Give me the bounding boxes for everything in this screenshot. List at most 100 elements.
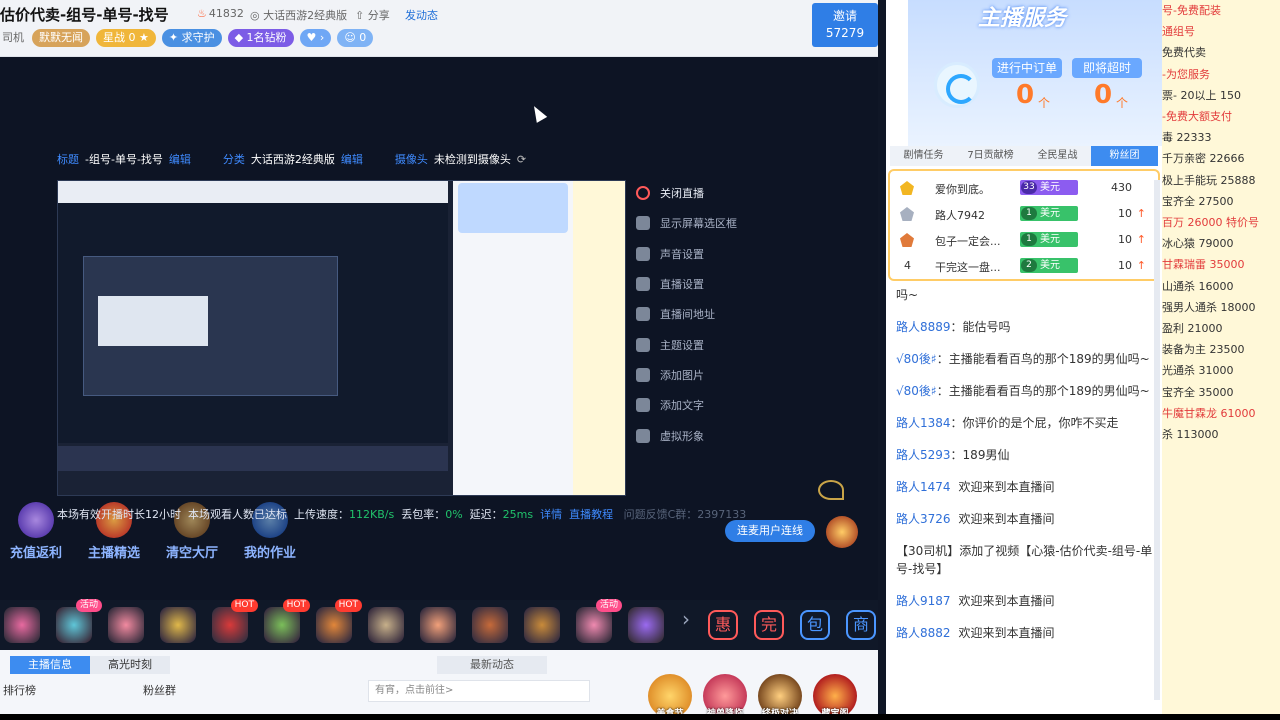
menu-label: 直播间地址 <box>660 308 715 322</box>
fan-name: 包子一定会... <box>935 235 1001 248</box>
price-list-item: 宝齐全 35000 <box>1162 385 1234 399</box>
fan-name: 路人7942 <box>935 209 985 222</box>
room-address-menu-item[interactable]: 直播间地址 <box>636 299 737 329</box>
chat-username[interactable]: 路人1384 <box>896 416 951 430</box>
chat-message: 吗~ <box>896 286 1154 304</box>
news-input[interactable]: 有宵，点击前往> <box>368 680 590 702</box>
share-button[interactable]: ⇧ 分享 <box>355 7 390 23</box>
diamond-fans-label: 1名钻粉 <box>246 31 287 44</box>
fan-tier: 美元 <box>1040 260 1060 271</box>
crystal-icon[interactable]: 活动 <box>56 599 102 643</box>
fan-row[interactable]: 4 干完这一盘... 2 美元 10 ↑ <box>890 253 1158 279</box>
flame-icon[interactable] <box>826 516 858 548</box>
peach-icon[interactable] <box>420 607 456 643</box>
publish-dynamic-button[interactable]: 发动态 <box>405 7 438 23</box>
invite-button[interactable]: 邀请 57279 <box>812 3 878 47</box>
stream-side-menu: 关闭直播 显示屏幕选区框 声音设置 直播设置 直播间地址 主题设置 添加图片 添… <box>636 178 737 451</box>
chat-username[interactable]: 路人1474 <box>896 480 951 494</box>
palette-icon <box>636 337 650 352</box>
fan-row[interactable]: 包子一定会... 1 美元 10 ↑ <box>890 227 1158 253</box>
star-war-badge[interactable]: 星战 0 ★ <box>96 29 156 47</box>
gift-symbol-icon[interactable]: 完 <box>754 610 784 640</box>
egg-icon[interactable] <box>108 607 144 643</box>
chat-text: ：能估号吗 <box>950 320 1011 334</box>
tutorial-link[interactable]: 直播教程 <box>569 508 613 521</box>
sliders-icon <box>636 277 650 292</box>
link-mic-button[interactable]: 连麦用户连线 <box>725 520 815 542</box>
edit-category-button[interactable]: 编辑 <box>341 151 363 167</box>
fan-group-list: 爱你到底。 33 美元 430 路人7942 1 美元 10 ↑ 包子一定会... … <box>888 169 1160 281</box>
live-settings-menu-item[interactable]: 直播设置 <box>636 269 737 299</box>
sound-settings-menu-item[interactable]: 声音设置 <box>636 239 737 269</box>
level-badge[interactable]: 默默无闻 <box>32 29 90 47</box>
gown-icon[interactable]: 活动 <box>576 599 622 643</box>
tab-7day-contribution[interactable]: 7日贡献榜 <box>957 146 1024 166</box>
rose-icon[interactable]: HOT <box>212 599 258 643</box>
food-festival-icon[interactable]: 美食节 <box>648 674 692 719</box>
close-live-menu-item[interactable]: 关闭直播 <box>636 178 737 208</box>
stream-video-area[interactable]: 标题 -组号-单号-找号 编辑 分类 大话西游2经典版 编辑 摄像头 未检测到摄… <box>0 57 878 600</box>
tab-star-war[interactable]: 全民星战 <box>1024 146 1091 166</box>
crab-icon[interactable] <box>472 607 508 643</box>
wing-icon <box>818 480 844 500</box>
beast-icon[interactable]: 神兽降临 <box>703 674 747 719</box>
edit-title-button[interactable]: 编辑 <box>169 151 191 167</box>
heart-badge[interactable]: ♥ › <box>299 29 332 47</box>
chat-username[interactable]: 路人3726 <box>896 512 951 526</box>
chat-username[interactable]: 路人9187 <box>896 594 951 608</box>
cat-icon[interactable] <box>368 607 404 643</box>
camera-value: 未检测到摄像头 <box>433 153 511 166</box>
orders-timeout-button[interactable]: 即将超时 <box>1072 58 1142 78</box>
gift-symbol-icon[interactable]: 商 <box>846 610 876 640</box>
chat-text: 吗~ <box>896 288 919 302</box>
category-link[interactable]: ◎ 大话西游2经典版 <box>250 7 347 23</box>
gift-symbol-icon[interactable]: 惠 <box>708 610 738 640</box>
chevron-right-icon[interactable]: › <box>680 607 692 643</box>
fan-row[interactable]: 路人7942 1 美元 10 ↑ <box>890 201 1158 227</box>
tab-story-task[interactable]: 剧情任务 <box>890 146 957 166</box>
tab-fan-group[interactable]: 粉丝团 <box>1091 146 1158 166</box>
spoon-icon[interactable] <box>524 607 560 643</box>
detail-link[interactable]: 详情 <box>540 508 562 521</box>
diamond-fans-badge[interactable]: ◆ 1名钻粉 <box>227 29 294 47</box>
refresh-icon[interactable]: ⟳ <box>517 153 526 166</box>
gift-symbol-icon[interactable]: 包 <box>800 610 830 640</box>
chat-scrollbar[interactable] <box>1154 180 1160 700</box>
latest-news-tab[interactable]: 最新动态 <box>437 656 547 674</box>
chat-message: 路人1384：你评价的是个屁，你咋不买走 <box>896 414 1154 432</box>
tab-highlights[interactable]: 高光时刻 <box>90 656 170 674</box>
chat-username[interactable]: √80後♯ <box>896 352 937 366</box>
menu-label: 关闭直播 <box>660 187 704 201</box>
chat-username[interactable]: √80後♯ <box>896 384 937 398</box>
chat-username[interactable]: 路人8889 <box>896 320 951 334</box>
orders-in-progress-button[interactable]: 进行中订单 <box>992 58 1062 78</box>
chat-username[interactable]: 路人8882 <box>896 626 951 640</box>
price-list-item: 通组号 <box>1162 25 1195 39</box>
fans-group-link[interactable]: 粉丝群 <box>143 682 176 698</box>
add-image-menu-item[interactable]: 添加图片 <box>636 360 737 390</box>
showdown-icon[interactable]: 终极对决 <box>758 674 802 719</box>
quill-icon[interactable] <box>628 607 664 643</box>
preview-service-banner <box>458 183 568 233</box>
tab-host-info[interactable]: 主播信息 <box>10 656 90 674</box>
session-duration: 本场有效开播时长12小时 <box>57 508 181 521</box>
card-icon[interactable] <box>160 607 196 643</box>
show-screen-area-menu-item[interactable]: 显示屏幕选区框 <box>636 208 737 238</box>
treasure-icon[interactable]: 藏宝阁 <box>813 674 857 719</box>
category-key: 分类 <box>222 153 245 166</box>
rank-link[interactable]: 排行榜 <box>3 682 36 698</box>
fish-icon[interactable] <box>4 607 40 643</box>
fan-row[interactable]: 爱你到底。 33 美元 430 <box>890 175 1158 201</box>
action-label: 充值返利 <box>9 546 62 561</box>
fan-level-badge: 33 美元 <box>1020 180 1078 195</box>
chat-username[interactable]: 路人5293 <box>896 448 951 462</box>
add-text-menu-item[interactable]: 添加文字 <box>636 390 737 420</box>
price-list-item: -免费大额支付 <box>1162 110 1232 124</box>
people-badge[interactable]: ☺ 0 <box>337 29 374 47</box>
plant-icon[interactable]: HOT <box>264 599 310 643</box>
fan-level: 33 <box>1021 181 1037 194</box>
virtual-avatar-menu-item[interactable]: 虚拟形象 <box>636 420 737 450</box>
guard-badge[interactable]: ✦ 求守护 <box>161 29 222 47</box>
house-icon[interactable]: HOT <box>316 599 362 643</box>
theme-settings-menu-item[interactable]: 主题设置 <box>636 329 737 359</box>
